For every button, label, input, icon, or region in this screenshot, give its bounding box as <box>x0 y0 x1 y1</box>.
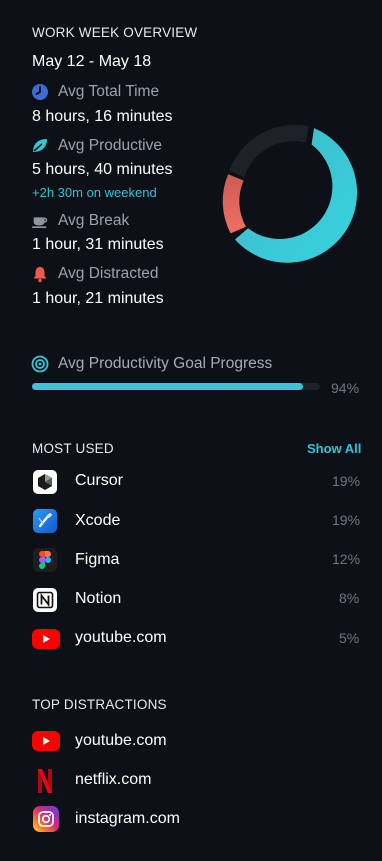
coffee-cup-icon <box>31 212 49 230</box>
avg-total-time-value: 8 hours, 16 minutes <box>32 108 173 125</box>
leaf-icon <box>31 137 49 155</box>
show-all-link[interactable]: Show All <box>307 441 361 456</box>
avg-total-time-label: Avg Total Time <box>58 83 160 100</box>
weekend-extra: +2h 30m on weekend <box>32 185 157 200</box>
avg-productive-value: 5 hours, 40 minutes <box>32 161 173 178</box>
app-name-notion: Notion <box>75 590 122 607</box>
overview-title: WORK WEEK OVERVIEW <box>32 25 198 40</box>
date-range: May 12 - May 18 <box>32 53 152 70</box>
app-name-xcode: Xcode <box>75 512 121 529</box>
goal-progress-label: Avg Productivity Goal Progress <box>58 355 273 372</box>
app-pct-figma: 12% <box>332 551 361 567</box>
app-pct-xcode: 19% <box>332 512 361 528</box>
time-breakdown-donut <box>222 124 358 263</box>
app-pct-cursor: 19% <box>332 473 361 489</box>
netflix-app-icon <box>34 767 56 795</box>
app-pct-youtube: 5% <box>339 630 360 646</box>
distraction-name-youtube: youtube.com <box>75 732 167 749</box>
xcode-app-icon <box>33 509 57 533</box>
distraction-name-instagram: instagram.com <box>75 810 180 827</box>
avg-distracted-label: Avg Distracted <box>58 265 159 282</box>
avg-break-value: 1 hour, 31 minutes <box>32 236 164 253</box>
goal-progress-track <box>32 383 320 390</box>
distraction-name-netflix: netflix.com <box>75 771 152 788</box>
donut-break-segment <box>229 124 309 178</box>
avg-break-label: Avg Break <box>58 212 130 229</box>
instagram-app-icon <box>33 806 59 832</box>
avg-productive-label: Avg Productive <box>58 137 162 154</box>
avg-distracted-value: 1 hour, 21 minutes <box>32 290 164 307</box>
most-used-title: MOST USED <box>32 441 114 456</box>
cursor-app-icon <box>33 470 57 494</box>
top-distractions-title: TOP DISTRACTIONS <box>32 697 167 712</box>
donut-distracted-segment <box>222 174 246 234</box>
goal-progress-fill <box>32 383 303 390</box>
notion-app-icon <box>33 588 57 612</box>
app-name-youtube: youtube.com <box>75 629 167 646</box>
clock-icon <box>31 83 49 101</box>
app-name-figma: Figma <box>75 551 120 568</box>
youtube-app-icon <box>32 629 60 649</box>
bell-icon <box>31 265 49 283</box>
youtube-app-icon <box>32 731 60 751</box>
app-pct-notion: 8% <box>339 590 360 606</box>
target-icon <box>31 355 49 373</box>
app-name-cursor: Cursor <box>75 472 124 489</box>
goal-progress-percent: 94% <box>331 380 360 396</box>
figma-app-icon <box>33 548 57 572</box>
